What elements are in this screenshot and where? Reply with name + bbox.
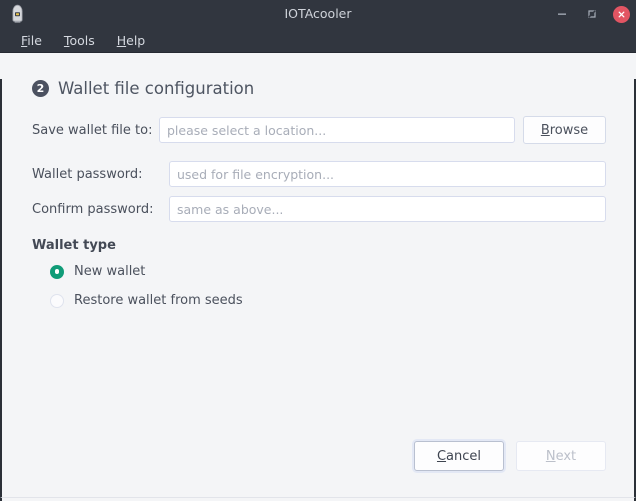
- radio-label-restore-wallet: Restore wallet from seeds: [74, 293, 243, 308]
- window-title: IOTAcooler: [284, 6, 352, 21]
- radio-unselected-icon[interactable]: [50, 293, 64, 308]
- wallet-type-label: Wallet type: [32, 238, 116, 253]
- menu-item-help[interactable]: Help: [106, 28, 157, 53]
- next-label-rest: ext: [555, 448, 577, 464]
- next-mnemonic: N: [545, 448, 556, 464]
- application-window: IOTAcooler File Tools Help 2 Wallet file…: [0, 0, 636, 501]
- browse-button[interactable]: Browse: [523, 116, 606, 144]
- confirm-password-input[interactable]: [169, 196, 606, 222]
- menu-item-tools[interactable]: Tools: [53, 28, 106, 53]
- wallet-location-row: Save wallet file to: Browse: [32, 116, 606, 144]
- section-heading: 2 Wallet file configuration: [32, 79, 634, 98]
- confirm-password-row: Confirm password:: [32, 196, 606, 222]
- radio-selected-icon[interactable]: [50, 264, 64, 279]
- radio-option-restore-wallet[interactable]: Restore wallet from seeds: [50, 293, 634, 308]
- menu-tools-rest: ools: [69, 32, 95, 48]
- minimize-icon[interactable]: [553, 5, 571, 23]
- browse-mnemonic: B: [540, 122, 550, 138]
- cancel-button[interactable]: Cancel: [414, 441, 504, 471]
- wallet-password-row: Wallet password:: [32, 161, 606, 187]
- cancel-mnemonic: C: [436, 448, 447, 464]
- window-controls: [553, 0, 630, 28]
- radio-option-new-wallet[interactable]: New wallet: [50, 264, 634, 279]
- menu-file-rest: ile: [27, 32, 42, 48]
- menu-bar: File Tools Help: [0, 28, 636, 53]
- rocket-icon: [4, 1, 30, 27]
- content-area: 2 Wallet file configuration Save wallet …: [0, 79, 636, 497]
- title-bar: IOTAcooler: [0, 0, 636, 28]
- wallet-location-label: Save wallet file to:: [32, 122, 153, 138]
- next-button: Next: [516, 441, 606, 471]
- browse-label-rest: rowse: [549, 122, 589, 138]
- status-bar: Your software version is up to date: [0, 497, 636, 501]
- dialog-button-bar: Cancel Next: [414, 441, 606, 471]
- cancel-label-rest: ancel: [446, 448, 482, 464]
- radio-label-new-wallet: New wallet: [74, 264, 146, 279]
- maximize-icon[interactable]: [583, 5, 601, 23]
- menu-help-rest: elp: [126, 32, 146, 48]
- confirm-password-label: Confirm password:: [32, 201, 154, 217]
- wallet-location-input[interactable]: [159, 117, 515, 143]
- menu-item-file[interactable]: File: [10, 28, 53, 53]
- wallet-password-input[interactable]: [169, 161, 606, 187]
- step-number-badge: 2: [32, 80, 49, 97]
- menu-help-mnemonic: H: [116, 32, 127, 48]
- wallet-password-label: Wallet password:: [32, 166, 143, 182]
- page-title: Wallet file configuration: [58, 79, 255, 98]
- close-icon[interactable]: [613, 5, 630, 23]
